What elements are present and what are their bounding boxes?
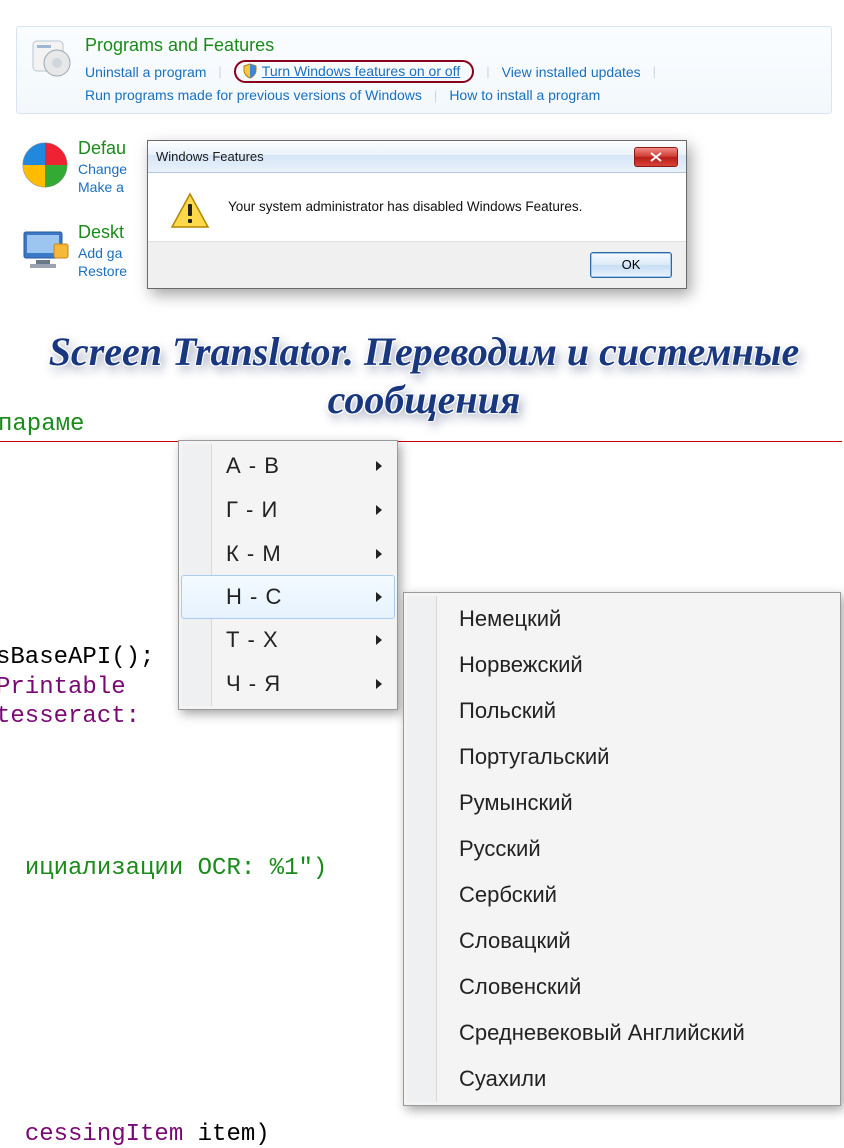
- category-desktop-gadgets[interactable]: Deskt Add ga Restore: [18, 222, 127, 279]
- menu-item-k-m[interactable]: К - М: [182, 532, 394, 576]
- menu-item-portuguese[interactable]: Португальский: [407, 734, 837, 780]
- category-title: Defau: [78, 138, 127, 159]
- menu-item-n-s[interactable]: Н - С: [181, 575, 395, 619]
- shield-icon: [242, 63, 258, 79]
- menu-item-medieval-english[interactable]: Средневековый Английский: [407, 1010, 837, 1056]
- menu-item-norwegian[interactable]: Норвежский: [407, 642, 837, 688]
- close-button[interactable]: [634, 147, 678, 167]
- desktop-icon: [18, 222, 72, 276]
- category-sublink[interactable]: Make a: [78, 179, 127, 195]
- menu-item-polish[interactable]: Польский: [407, 688, 837, 734]
- submenu-arrow-icon: [376, 679, 382, 689]
- category-default-programs[interactable]: Defau Change Make a: [18, 138, 127, 195]
- panel-title: Programs and Features: [85, 35, 821, 56]
- code-fragment: tesseract:: [0, 703, 140, 730]
- menu-item-swahili[interactable]: Суахили: [407, 1056, 837, 1102]
- code-fragment: Printable: [0, 674, 126, 701]
- category-title: Deskt: [78, 222, 127, 243]
- menu-item-t-h[interactable]: Т - Х: [182, 618, 394, 662]
- programs-and-features-panel: Programs and Features Uninstall a progra…: [16, 26, 832, 114]
- menu-item-romanian[interactable]: Румынский: [407, 780, 837, 826]
- link-uninstall-program[interactable]: Uninstall a program: [85, 64, 206, 80]
- separator: |: [434, 88, 437, 103]
- highlighted-link-wrap: Turn Windows features on or off: [234, 60, 474, 83]
- separator: |: [486, 64, 489, 79]
- submenu-arrow-icon: [376, 505, 382, 515]
- category-sublink[interactable]: Add ga: [78, 245, 127, 261]
- menu-item-slovenian[interactable]: Словенский: [407, 964, 837, 1010]
- windows-features-dialog: Windows Features Your system administrat…: [147, 140, 687, 289]
- link-how-to-install[interactable]: How to install a program: [449, 87, 600, 103]
- separator: |: [218, 64, 221, 79]
- submenu-arrow-icon: [376, 549, 382, 559]
- dialog-title-text: Windows Features: [156, 149, 264, 164]
- category-sublink[interactable]: Change: [78, 161, 127, 177]
- submenu-arrow-icon: [376, 461, 382, 471]
- dialog-titlebar: Windows Features: [148, 141, 686, 173]
- language-group-menu: А - В Г - И К - М Н - С Т - Х Ч - Я: [178, 440, 398, 710]
- dialog-message: Your system administrator has disabled W…: [228, 191, 582, 214]
- link-run-previous-versions[interactable]: Run programs made for previous versions …: [85, 87, 422, 103]
- programs-icon: [27, 33, 77, 83]
- language-submenu: Немецкий Норвежский Польский Португальск…: [403, 592, 841, 1106]
- menu-item-serbian[interactable]: Сербский: [407, 872, 837, 918]
- default-programs-icon: [18, 138, 72, 192]
- menu-item-russian[interactable]: Русский: [407, 826, 837, 872]
- menu-item-ch-ya[interactable]: Ч - Я: [182, 662, 394, 706]
- warning-icon: [170, 191, 210, 231]
- menu-item-g-i[interactable]: Г - И: [182, 488, 394, 532]
- menu-item-slovak[interactable]: Словацкий: [407, 918, 837, 964]
- separator: |: [653, 64, 656, 79]
- submenu-arrow-icon: [376, 592, 382, 602]
- submenu-arrow-icon: [376, 635, 382, 645]
- menu-item-german[interactable]: Немецкий: [407, 596, 837, 642]
- code-fragment: cessingItem item): [0, 1094, 270, 1148]
- code-fragment: параме: [0, 405, 842, 442]
- menu-item-a-v[interactable]: А - В: [182, 444, 394, 488]
- code-fragment: sBaseAPI();: [0, 644, 154, 671]
- link-turn-windows-features[interactable]: Turn Windows features on or off: [262, 63, 460, 79]
- ok-button[interactable]: OK: [590, 252, 672, 278]
- category-sublink[interactable]: Restore: [78, 263, 127, 279]
- code-fragment: ициализации OCR: %1"): [0, 828, 327, 882]
- link-view-updates[interactable]: View installed updates: [502, 64, 641, 80]
